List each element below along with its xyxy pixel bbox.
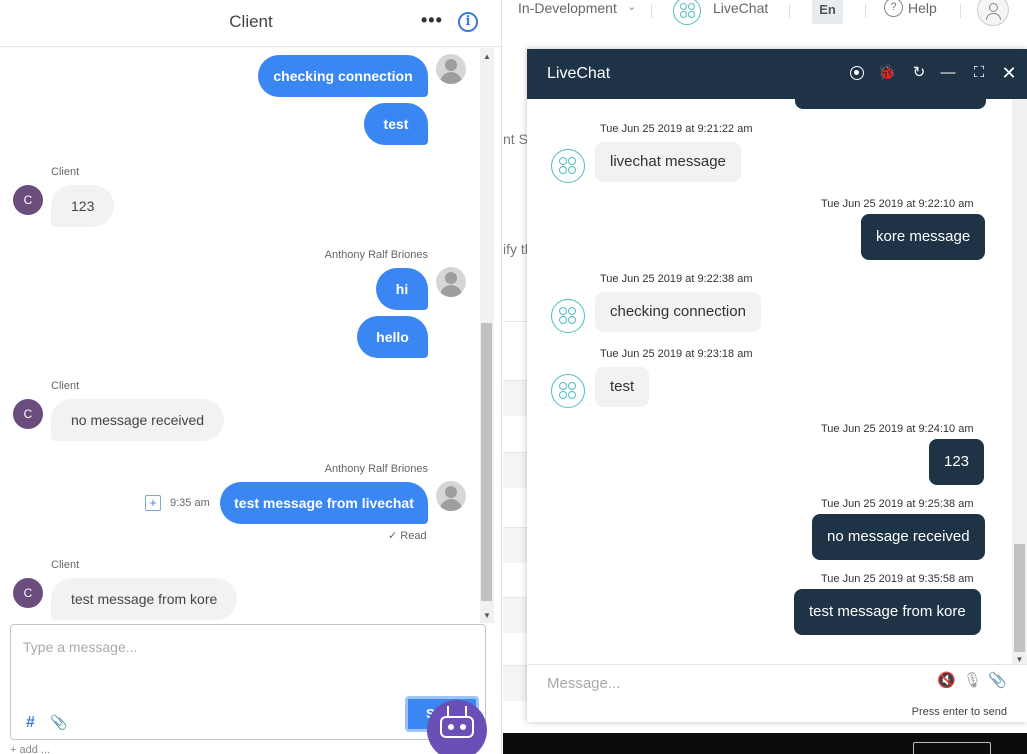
attachment-icon[interactable]: 📎 [50, 714, 67, 731]
agent-message: hello [357, 316, 428, 358]
message-list: checking connection test Client C 123 An… [0, 48, 480, 623]
widget-composer: 🔇 🎙 📎 Press enter to send [527, 664, 1027, 722]
message-time: 9:35 am [170, 497, 210, 509]
agent-message: checking connection [258, 55, 428, 97]
bot-assistant-button[interactable] [427, 700, 487, 754]
send-hint: Press enter to send [911, 706, 1007, 718]
scroll-thumb[interactable] [1014, 544, 1025, 652]
widget-message-list: Tue Jun 25 2019 at 9:21:22 am livechat m… [527, 99, 1012, 664]
client-message: 123 [51, 185, 115, 227]
user-message: no message received [812, 514, 985, 560]
bot-name[interactable]: LiveChat [713, 0, 768, 16]
message-scrollbar[interactable]: ▲ ▼ [480, 48, 494, 623]
expand-icon[interactable]: ⛶ [969, 63, 989, 83]
bot-message: checking connection [595, 292, 761, 332]
livechat-widget: LiveChat 🐞 ↻ — ⛶ ✕ Tue Jun 25 2019 at 9:… [527, 49, 1027, 722]
background-row [503, 321, 529, 357]
environment-selector[interactable]: In-Development [518, 0, 617, 16]
close-icon[interactable]: ✕ [999, 63, 1019, 83]
read-receipt: ✓ Read [388, 530, 427, 542]
client-message: no message received [51, 399, 225, 441]
agent-message: hi [376, 268, 428, 310]
bot-message: test [595, 367, 650, 407]
help-link[interactable]: Help [908, 0, 937, 16]
sender-name: Client [51, 166, 80, 178]
background-row [503, 665, 529, 701]
sender-name: Client [51, 380, 80, 392]
client-message: test message from kore [51, 578, 238, 620]
bot-antenna [447, 706, 449, 716]
language-selector[interactable]: En [812, 0, 843, 24]
user-message: test message from kore [794, 589, 981, 635]
agent-message: test message from livechat [220, 482, 428, 524]
user-message-partial [795, 99, 986, 109]
attachment-icon[interactable]: 📎 [988, 671, 1007, 689]
widget-header: LiveChat 🐞 ↻ — ⛶ ✕ [527, 49, 1027, 99]
bot-antenna [465, 706, 467, 716]
message-timestamp: Tue Jun 25 2019 at 9:22:38 am [600, 273, 753, 285]
message-input[interactable] [23, 639, 423, 655]
bot-avatar-icon [551, 149, 585, 183]
widget-scrollbar[interactable]: ▼ [1012, 99, 1027, 664]
hashtag-icon[interactable]: # [26, 714, 35, 732]
message-timestamp: Tue Jun 25 2019 at 9:23:18 am [600, 348, 753, 360]
scroll-up-arrow-icon[interactable]: ▲ [480, 50, 494, 64]
message-timestamp: Tue Jun 25 2019 at 9:24:10 am [821, 423, 974, 435]
separator [960, 4, 961, 18]
background-button[interactable] [913, 742, 991, 754]
info-icon[interactable]: i [458, 12, 478, 32]
client-avatar: C [13, 185, 43, 215]
agent-avatar [436, 481, 466, 511]
bot-avatar-icon [551, 374, 585, 408]
refresh-icon[interactable]: ↻ [909, 63, 929, 83]
background-row [503, 527, 529, 563]
background-row [503, 452, 529, 488]
client-avatar: C [13, 399, 43, 429]
scroll-down-arrow-icon[interactable]: ▼ [1012, 655, 1027, 664]
user-message: 123 [929, 439, 985, 485]
agent-avatar [436, 54, 466, 84]
minimize-icon[interactable]: — [938, 63, 958, 83]
scroll-thumb[interactable] [481, 323, 492, 601]
robot-icon [440, 716, 474, 738]
message-timestamp: Tue Jun 25 2019 at 9:22:10 am [821, 198, 974, 210]
speaker-mute-icon[interactable]: 🔇 [937, 671, 956, 689]
screen: Client ••• i checking connection test Cl… [0, 0, 1027, 754]
background-row [503, 380, 529, 416]
agent-message: test [364, 103, 428, 145]
client-avatar: C [13, 578, 43, 608]
chevron-down-icon[interactable]: ⌄ [627, 0, 636, 13]
add-reaction-button[interactable]: + [145, 495, 161, 511]
message-timestamp: Tue Jun 25 2019 at 9:35:58 am [821, 573, 974, 585]
user-message: kore message [861, 214, 986, 260]
agent-chat-panel: Client ••• i checking connection test Cl… [0, 0, 502, 754]
message-composer: # 📎 S [10, 624, 486, 740]
background-row [503, 597, 529, 633]
scroll-down-arrow-icon[interactable]: ▼ [480, 609, 494, 623]
bot-message: livechat message [595, 142, 741, 182]
widget-message-input[interactable] [547, 675, 917, 692]
separator [789, 4, 790, 18]
bot-avatar-icon [551, 299, 585, 333]
footer-text: + add ... [10, 744, 51, 754]
message-timestamp: Tue Jun 25 2019 at 9:21:22 am [600, 123, 753, 135]
more-horizontal-icon[interactable]: ••• [421, 10, 443, 31]
agent-avatar [436, 267, 466, 297]
separator [865, 4, 866, 18]
sender-name: Anthony Ralf Briones [324, 249, 428, 261]
chat-header: Client ••• i [0, 0, 502, 47]
microphone-icon[interactable]: 🎙 [963, 671, 982, 689]
bug-icon[interactable]: 🐞 [877, 63, 897, 83]
widget-title: LiveChat [547, 65, 611, 82]
message-timestamp: Tue Jun 25 2019 at 9:25:38 am [821, 498, 974, 510]
sender-name: Client [51, 559, 80, 571]
record-icon[interactable] [850, 66, 864, 80]
sender-name: Anthony Ralf Briones [324, 463, 428, 475]
separator [651, 4, 652, 18]
